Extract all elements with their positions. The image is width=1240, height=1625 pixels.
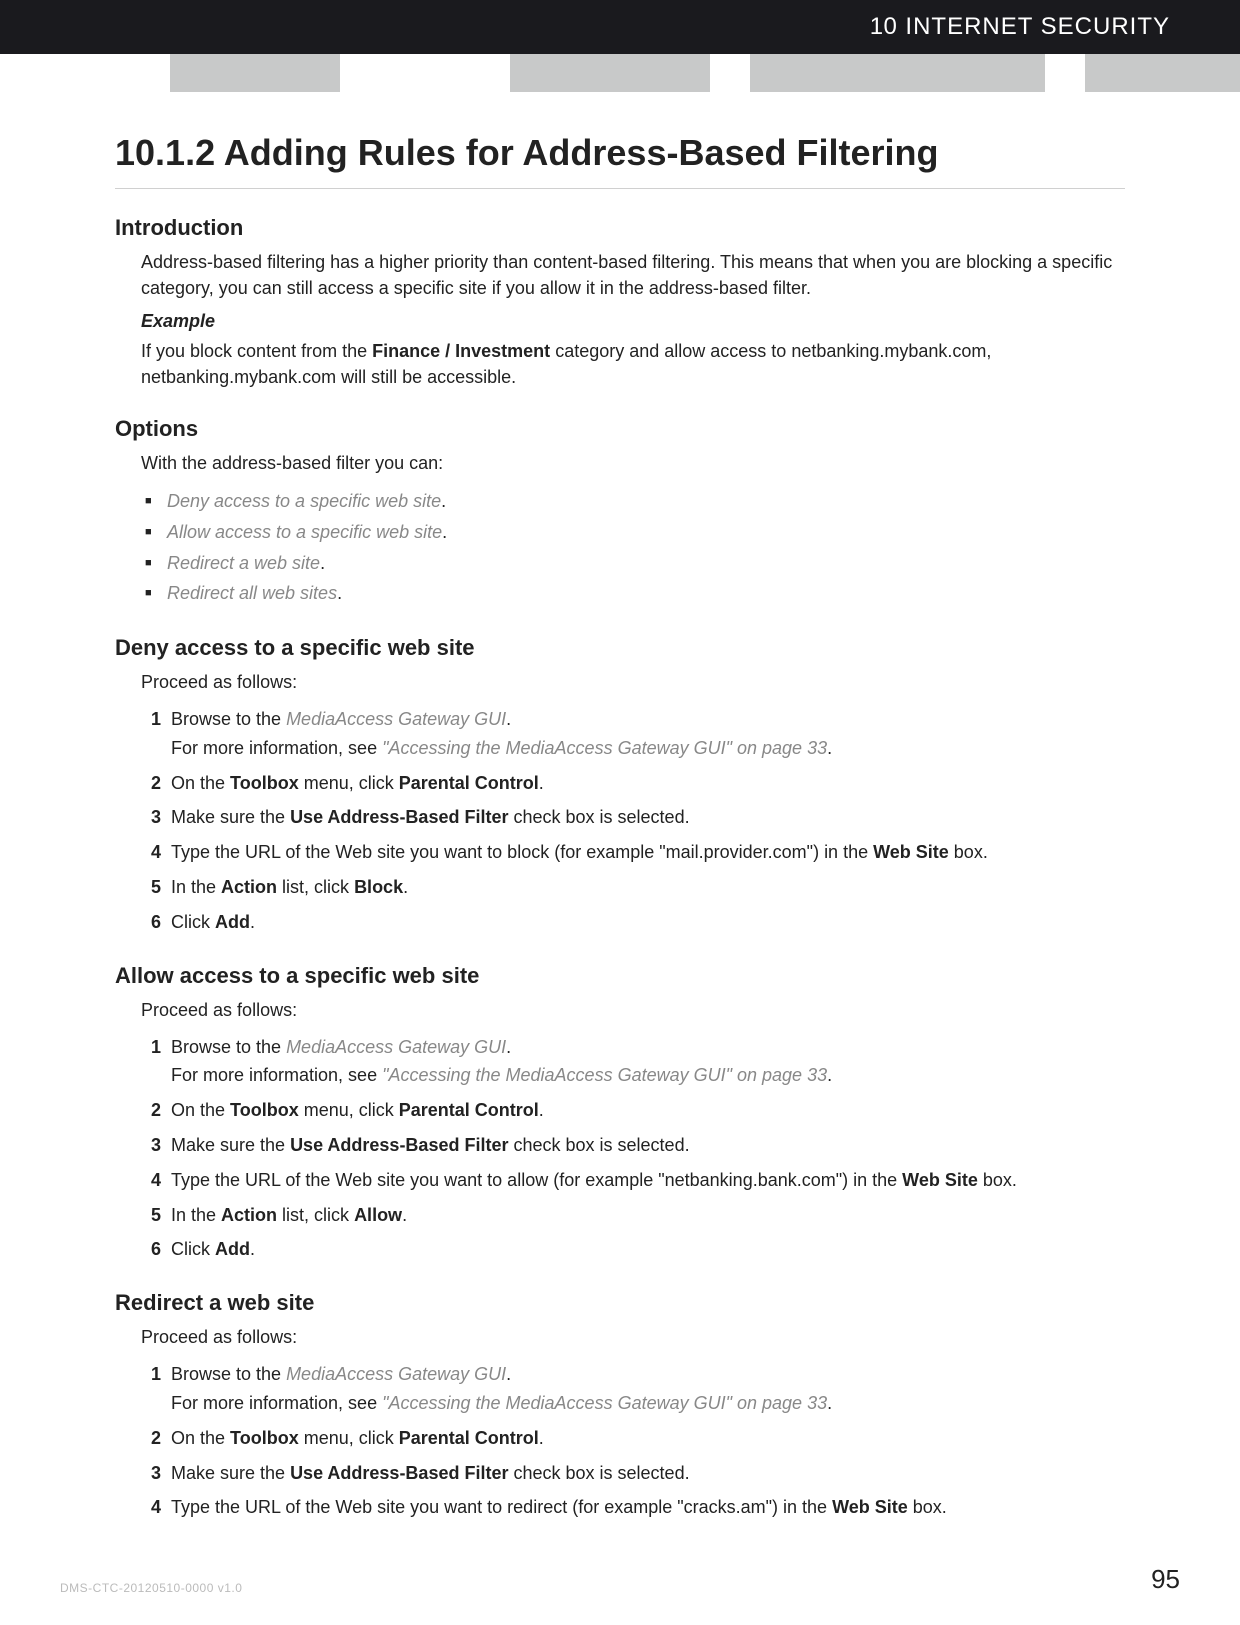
options-lead: With the address-based filter you can: [141,450,1125,476]
intro-paragraph: Address-based filtering has a higher pri… [141,249,1125,301]
option-item: Deny access to a specific web site. [145,486,1125,517]
step: In the Action list, click Block. [141,873,1125,902]
section-heading-allow: Allow access to a specific web site [115,963,1125,989]
proceed-label: Proceed as follows: [141,997,1125,1023]
content: 10.1.2 Adding Rules for Address-Based Fi… [0,92,1240,1522]
page-footer: DMS-CTC-20120510-0000 v1.0 95 [0,1564,1240,1595]
step: On the Toolbox menu, click Parental Cont… [141,1096,1125,1125]
step: Type the URL of the Web site you want to… [141,1493,1125,1522]
tab-strip [0,54,1240,92]
section-heading-redirect: Redirect a web site [115,1290,1125,1316]
deny-steps: Browse to the MediaAccess Gateway GUI. F… [141,705,1125,937]
step: Make sure the Use Address-Based Filter c… [141,1459,1125,1488]
thumb-tab [750,54,1045,92]
step: Make sure the Use Address-Based Filter c… [141,803,1125,832]
step: Click Add. [141,908,1125,937]
thumb-tab [1085,54,1240,92]
step: Type the URL of the Web site you want to… [141,838,1125,867]
step: Browse to the MediaAccess Gateway GUI. F… [141,1033,1125,1091]
chapter-header: 10 INTERNET SECURITY [0,0,1240,54]
option-item: Redirect all web sites. [145,578,1125,609]
step: On the Toolbox menu, click Parental Cont… [141,1424,1125,1453]
section-heading-options: Options [115,416,1125,442]
chapter-number: 10 [870,13,898,41]
step: In the Action list, click Allow. [141,1201,1125,1230]
step: On the Toolbox menu, click Parental Cont… [141,769,1125,798]
option-item: Redirect a web site. [145,548,1125,579]
step: Type the URL of the Web site you want to… [141,1166,1125,1195]
proceed-label: Proceed as follows: [141,1324,1125,1350]
options-list: Deny access to a specific web site. Allo… [145,486,1125,608]
step: Click Add. [141,1235,1125,1264]
page-number: 95 [1151,1564,1180,1595]
proceed-label: Proceed as follows: [141,669,1125,695]
allow-steps: Browse to the MediaAccess Gateway GUI. F… [141,1033,1125,1265]
thumb-tab [510,54,710,92]
thumb-tab [170,54,340,92]
example-label: Example [141,311,1125,332]
section-heading-deny: Deny access to a specific web site [115,635,1125,661]
section-heading-introduction: Introduction [115,215,1125,241]
option-item: Allow access to a specific web site. [145,517,1125,548]
redirect-steps: Browse to the MediaAccess Gateway GUI. F… [141,1360,1125,1522]
step: Browse to the MediaAccess Gateway GUI. F… [141,705,1125,763]
step: Browse to the MediaAccess Gateway GUI. F… [141,1360,1125,1418]
chapter-title: INTERNET SECURITY [905,13,1170,41]
page-title: 10.1.2 Adding Rules for Address-Based Fi… [115,132,1125,189]
doc-id: DMS-CTC-20120510-0000 v1.0 [60,1581,242,1595]
step: Make sure the Use Address-Based Filter c… [141,1131,1125,1160]
example-paragraph: If you block content from the Finance / … [141,338,1125,390]
page: 10 INTERNET SECURITY 10.1.2 Adding Rules… [0,0,1240,1625]
